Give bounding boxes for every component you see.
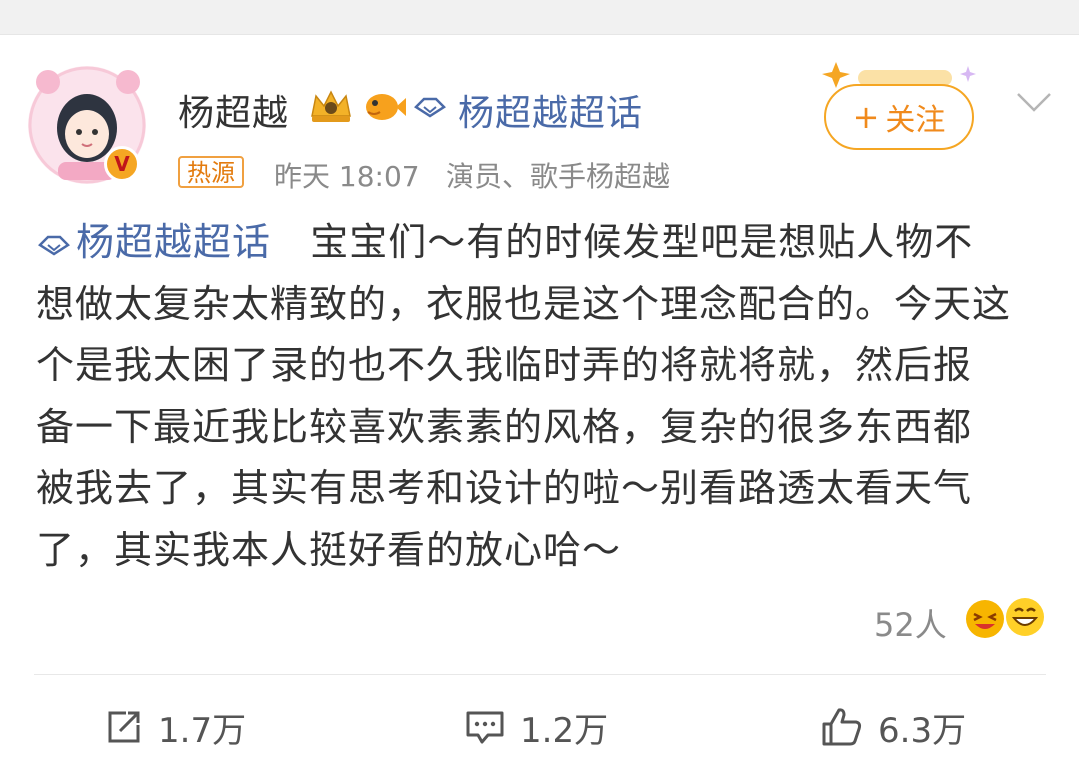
body-line-4: 备一下最近我比较喜欢素素的风格，复杂的很多东西都 bbox=[36, 404, 973, 449]
divider bbox=[34, 674, 1046, 675]
follow-button[interactable]: + 关注 bbox=[824, 84, 974, 150]
crown-badge-icon[interactable] bbox=[308, 86, 354, 126]
verified-badge: V bbox=[104, 146, 140, 182]
fish-badge-icon[interactable] bbox=[362, 88, 406, 126]
reaction-count[interactable]: 52人 bbox=[874, 600, 947, 646]
like-count: 6.3万 bbox=[878, 710, 967, 751]
laughing-emoji-icon[interactable] bbox=[964, 598, 1006, 640]
like-button[interactable]: 6.3万 bbox=[820, 704, 967, 751]
grinning-emoji-icon[interactable] bbox=[1004, 596, 1046, 638]
repost-icon bbox=[108, 711, 140, 743]
repost-button[interactable]: 1.7万 bbox=[104, 704, 247, 751]
verified-mark: V bbox=[114, 152, 130, 176]
post-body: 杨超越超话 宝宝们～有的时候发型吧是想贴人物不 想做太复杂太精致的，衣服也是这个… bbox=[36, 212, 1051, 581]
body-line-2: 想做太复杂太精致的，衣服也是这个理念配合的。今天这 bbox=[36, 281, 1012, 326]
follow-label: 关注 bbox=[885, 103, 946, 138]
body-line-3: 个是我太困了录的也不久我临时弄的将就将就，然后报 bbox=[36, 343, 973, 387]
body-line-5: 被我去了，其实有思考和设计的啦～别看路透太看天气 bbox=[36, 466, 973, 510]
body-text-1: 宝宝们～有的时候发型吧是想贴人物不 bbox=[310, 220, 974, 264]
top-strip bbox=[0, 0, 1079, 35]
user-description: 演员、歌手杨超越 bbox=[446, 160, 671, 193]
body-line-6: 了，其实我本人挺好看的放心哈～ bbox=[36, 527, 622, 572]
comment-count: 1.2万 bbox=[520, 710, 609, 751]
plus-icon: + bbox=[852, 98, 880, 136]
chevron-down-icon[interactable] bbox=[1014, 90, 1054, 114]
topic-link[interactable]: 杨超越超话 bbox=[458, 84, 643, 136]
like-icon bbox=[822, 708, 862, 746]
inline-topic-link[interactable]: 杨超越超话 bbox=[36, 220, 271, 264]
post-time: 昨天 18:07 bbox=[274, 160, 420, 193]
comment-button[interactable]: 1.2万 bbox=[464, 704, 609, 751]
hot-source-tag: 热源 bbox=[178, 156, 244, 188]
username[interactable]: 杨超越 bbox=[178, 84, 289, 136]
diamond-topic-icon bbox=[38, 235, 70, 255]
follow-wrap: + 关注 bbox=[822, 60, 982, 160]
inline-topic-label: 杨超越超话 bbox=[76, 220, 272, 264]
repost-count: 1.7万 bbox=[158, 710, 247, 751]
body-line-1: 杨超越超话 宝宝们～有的时候发型吧是想贴人物不 bbox=[36, 212, 1051, 274]
comment-icon bbox=[466, 711, 504, 744]
diamond-topic-icon bbox=[414, 97, 446, 118]
